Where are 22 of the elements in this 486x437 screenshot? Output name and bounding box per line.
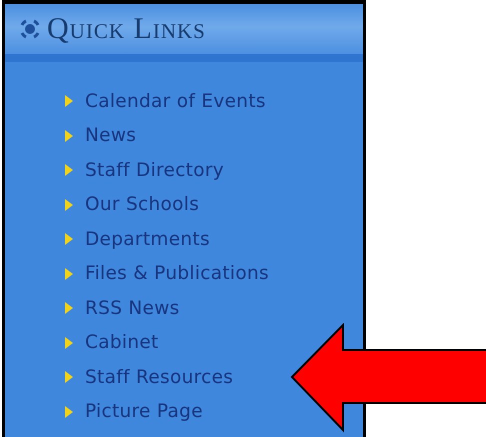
bullet-icon [65,198,73,211]
quick-link[interactable]: News [85,125,136,146]
quick-link[interactable]: Files & Publications [85,263,269,284]
quick-link[interactable]: Staff Resources [85,366,234,388]
quick-link[interactable]: Picture Page [85,401,203,422]
bullet-icon [65,302,73,314]
bullet-icon [65,406,73,418]
target-icon [19,18,41,40]
quick-link[interactable]: Staff Directory [85,160,224,181]
bullet-icon [65,164,73,176]
panel-title: Quick Links [47,12,206,46]
quick-link[interactable]: RSS News [85,298,180,319]
bullet-icon [65,371,73,384]
quick-link[interactable]: Calendar of Events [85,90,266,112]
quick-link[interactable]: Departments [85,228,210,250]
bullet-icon [65,130,73,142]
bullet-icon [65,268,73,280]
quick-link[interactable]: Cabinet [85,332,159,354]
bullet-icon [65,233,73,246]
bullet-icon [65,336,73,349]
bullet-icon [65,95,73,108]
quick-link[interactable]: Our Schools [85,194,200,216]
